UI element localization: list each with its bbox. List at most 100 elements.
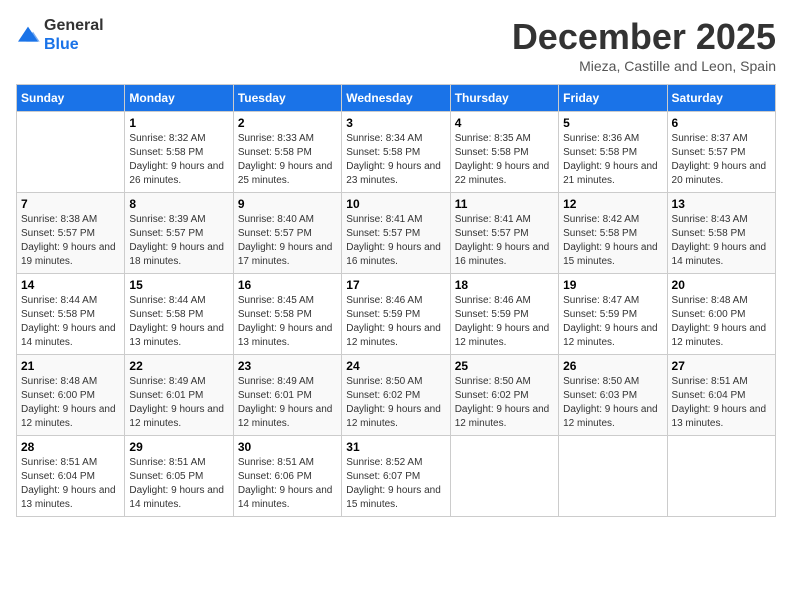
day-number: 7 [21,197,120,211]
cell-sun-info: Sunrise: 8:37 AM Sunset: 5:57 PM Dayligh… [672,132,771,188]
calendar-cell: 23 Sunrise: 8:49 AM Sunset: 6:01 PM Dayli… [233,355,341,436]
logo-icon [16,25,40,45]
calendar-cell: 29Sunrise: 8:51 AM Sunset: 6:05 PM Dayli… [125,436,233,517]
day-number: 26 [563,359,662,373]
day-number: 21 [21,359,120,373]
day-number: 14 [21,278,120,292]
cell-sun-info: Sunrise: 8:48 AM Sunset: 6:00 PM Dayligh… [672,294,771,350]
day-number: 10 [346,197,445,211]
cell-sun-info: Sunrise: 8:51 AM Sunset: 6:06 PM Dayligh… [238,456,337,512]
calendar-body: 1 Sunrise: 8:32 AM Sunset: 5:58 PM Daylig… [17,112,776,517]
day-number: 6 [672,116,771,130]
cell-sun-info: Sunrise: 8:38 AM Sunset: 5:57 PM Dayligh… [21,213,120,269]
day-number: 19 [563,278,662,292]
day-number: 17 [346,278,445,292]
day-number: 23 [238,359,337,373]
calendar-week-row: 21 Sunrise: 8:48 AM Sunset: 6:00 PM Dayli… [17,355,776,436]
calendar-week-row: 14 Sunrise: 8:44 AM Sunset: 5:58 PM Dayli… [17,274,776,355]
cell-sun-info: Sunrise: 8:45 AM Sunset: 5:58 PM Dayligh… [238,294,337,350]
calendar-cell: 8 Sunrise: 8:39 AM Sunset: 5:57 PM Daylig… [125,193,233,274]
calendar-cell: 28 Sunrise: 8:51 AM Sunset: 6:04 PM Dayli… [17,436,125,517]
cell-sun-info: Sunrise: 8:50 AM Sunset: 6:02 PM Dayligh… [455,375,554,431]
calendar-cell [667,436,775,517]
calendar-cell: 3 Sunrise: 8:34 AM Sunset: 5:58 PM Daylig… [342,112,450,193]
calendar-cell: 17 Sunrise: 8:46 AM Sunset: 5:59 PM Dayli… [342,274,450,355]
cell-sun-info: Sunrise: 8:44 AM Sunset: 5:58 PM Dayligh… [129,294,228,350]
calendar-cell: 5Sunrise: 8:36 AM Sunset: 5:58 PM Daylig… [559,112,667,193]
calendar-cell: 27 Sunrise: 8:51 AM Sunset: 6:04 PM Dayli… [667,355,775,436]
cell-sun-info: Sunrise: 8:35 AM Sunset: 5:58 PM Dayligh… [455,132,554,188]
calendar-cell: 26 Sunrise: 8:50 AM Sunset: 6:03 PM Dayli… [559,355,667,436]
calendar-cell: 12 Sunrise: 8:42 AM Sunset: 5:58 PM Dayli… [559,193,667,274]
cell-sun-info: Sunrise: 8:43 AM Sunset: 5:58 PM Dayligh… [672,213,771,269]
calendar-cell: 4 Sunrise: 8:35 AM Sunset: 5:58 PM Daylig… [450,112,558,193]
cell-sun-info: Sunrise: 8:47 AM Sunset: 5:59 PM Dayligh… [563,294,662,350]
day-number: 13 [672,197,771,211]
cell-sun-info: Sunrise: 8:39 AM Sunset: 5:57 PM Dayligh… [129,213,228,269]
weekday-header-saturday: Saturday [667,85,775,112]
weekday-header-friday: Friday [559,85,667,112]
calendar-week-row: 1 Sunrise: 8:32 AM Sunset: 5:58 PM Daylig… [17,112,776,193]
day-number: 8 [129,197,228,211]
day-number: 11 [455,197,554,211]
calendar-cell: 18Sunrise: 8:46 AM Sunset: 5:59 PM Dayli… [450,274,558,355]
day-number: 20 [672,278,771,292]
calendar-cell: 10 Sunrise: 8:41 AM Sunset: 5:57 PM Dayli… [342,193,450,274]
cell-sun-info: Sunrise: 8:51 AM Sunset: 6:04 PM Dayligh… [672,375,771,431]
cell-sun-info: Sunrise: 8:33 AM Sunset: 5:58 PM Dayligh… [238,132,337,188]
calendar-cell: 20 Sunrise: 8:48 AM Sunset: 6:00 PM Dayli… [667,274,775,355]
day-number: 29 [129,440,228,454]
day-number: 28 [21,440,120,454]
calendar-cell: 31 Sunrise: 8:52 AM Sunset: 6:07 PM Dayli… [342,436,450,517]
weekday-header-monday: Monday [125,85,233,112]
day-number: 9 [238,197,337,211]
page-header: General Blue December 2025 Mieza, Castil… [16,16,776,74]
calendar-cell: 13 Sunrise: 8:43 AM Sunset: 5:58 PM Dayli… [667,193,775,274]
day-number: 2 [238,116,337,130]
cell-sun-info: Sunrise: 8:48 AM Sunset: 6:00 PM Dayligh… [21,375,120,431]
logo: General Blue [16,16,104,54]
cell-sun-info: Sunrise: 8:41 AM Sunset: 5:57 PM Dayligh… [455,213,554,269]
cell-sun-info: Sunrise: 8:34 AM Sunset: 5:58 PM Dayligh… [346,132,445,188]
month-title: December 2025 [512,16,776,58]
calendar-cell: 24Sunrise: 8:50 AM Sunset: 6:02 PM Dayli… [342,355,450,436]
title-block: December 2025 Mieza, Castille and Leon, … [512,16,776,74]
calendar-cell [450,436,558,517]
cell-sun-info: Sunrise: 8:40 AM Sunset: 5:57 PM Dayligh… [238,213,337,269]
day-number: 24 [346,359,445,373]
cell-sun-info: Sunrise: 8:51 AM Sunset: 6:04 PM Dayligh… [21,456,120,512]
day-number: 4 [455,116,554,130]
logo-blue-text: Blue [44,35,104,54]
cell-sun-info: Sunrise: 8:32 AM Sunset: 5:58 PM Dayligh… [129,132,228,188]
location-subtitle: Mieza, Castille and Leon, Spain [512,58,776,74]
day-number: 12 [563,197,662,211]
day-number: 15 [129,278,228,292]
calendar-cell: 2 Sunrise: 8:33 AM Sunset: 5:58 PM Daylig… [233,112,341,193]
day-number: 31 [346,440,445,454]
calendar-cell: 15 Sunrise: 8:44 AM Sunset: 5:58 PM Dayli… [125,274,233,355]
day-number: 30 [238,440,337,454]
cell-sun-info: Sunrise: 8:50 AM Sunset: 6:03 PM Dayligh… [563,375,662,431]
day-number: 1 [129,116,228,130]
weekday-header-sunday: Sunday [17,85,125,112]
cell-sun-info: Sunrise: 8:41 AM Sunset: 5:57 PM Dayligh… [346,213,445,269]
calendar-week-row: 7 Sunrise: 8:38 AM Sunset: 5:57 PM Daylig… [17,193,776,274]
calendar-cell: 11 Sunrise: 8:41 AM Sunset: 5:57 PM Dayli… [450,193,558,274]
cell-sun-info: Sunrise: 8:49 AM Sunset: 6:01 PM Dayligh… [238,375,337,431]
day-number: 25 [455,359,554,373]
day-number: 18 [455,278,554,292]
day-number: 27 [672,359,771,373]
day-number: 5 [563,116,662,130]
logo-general-text: General [44,16,104,35]
cell-sun-info: Sunrise: 8:42 AM Sunset: 5:58 PM Dayligh… [563,213,662,269]
weekday-header-wednesday: Wednesday [342,85,450,112]
calendar-cell: 14Sunrise: 8:44 AM Sunset: 5:58 PM Dayli… [17,274,125,355]
weekday-header-row: SundayMondayTuesdayWednesdayThursdayFrid… [17,85,776,112]
day-number: 3 [346,116,445,130]
calendar-cell: 19 Sunrise: 8:47 AM Sunset: 5:59 PM Dayli… [559,274,667,355]
cell-sun-info: Sunrise: 8:52 AM Sunset: 6:07 PM Dayligh… [346,456,445,512]
cell-sun-info: Sunrise: 8:46 AM Sunset: 5:59 PM Dayligh… [346,294,445,350]
day-number: 22 [129,359,228,373]
calendar-cell: 16Sunrise: 8:45 AM Sunset: 5:58 PM Dayli… [233,274,341,355]
calendar-cell: 7 Sunrise: 8:38 AM Sunset: 5:57 PM Daylig… [17,193,125,274]
